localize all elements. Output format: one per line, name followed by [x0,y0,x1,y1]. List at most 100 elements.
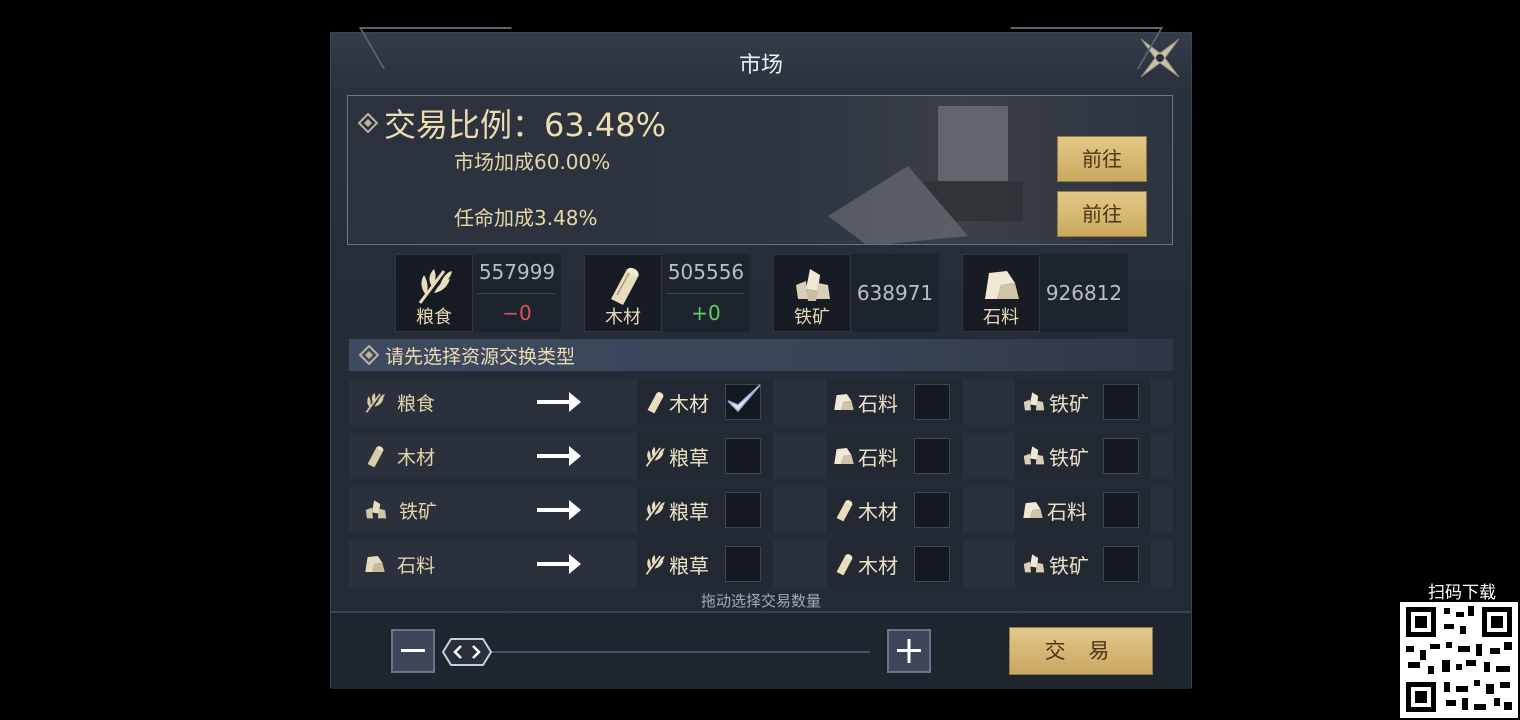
grain-icon [645,446,665,467]
wood-label: 木材 [605,307,641,328]
wood-icon [836,554,853,576]
option-stone[interactable]: 石料 [826,433,962,479]
wood-icon-box: 木材 [584,254,662,332]
row-source: 粮食 [363,379,435,425]
option-wood[interactable]: 木材 [826,487,962,533]
trade-ratio-heading: 交易比例：63.48% [358,100,666,146]
diamond-bullet-icon [359,345,379,365]
option-stone[interactable]: 石料 [1015,487,1151,533]
qr-code-icon [1406,606,1512,712]
option-grain[interactable]: 粮草 [637,487,773,533]
drag-hint-text: 拖动选择交易数量 [700,592,821,610]
iron-ore-icon [1023,392,1045,411]
option-text: 粮草 [669,445,709,470]
grain-icon [645,500,665,521]
option-wood[interactable]: 木材 [826,541,962,587]
option-text: 铁矿 [1049,445,1089,470]
wood-icon [836,500,853,522]
row-source: 铁矿 [363,487,437,533]
checkbox[interactable] [914,384,950,420]
iron-icon-box: 铁矿 [773,254,851,332]
option-label: 木材 [832,487,898,533]
row-source-label: 铁矿 [399,500,438,523]
exchange-type-title: 请先选择资源交换类型 [385,345,576,368]
resource-card-grain: 粮食 557999 −0 [395,254,561,332]
row-source: 木材 [363,433,435,479]
checkmark-icon [727,384,761,413]
checkbox[interactable] [1103,438,1139,474]
close-icon[interactable] [1135,33,1185,83]
decrease-button[interactable] [391,629,435,673]
option-iron[interactable]: 铁矿 [1015,541,1151,587]
appoint-bonus-text: 任命加成3.48% [454,206,598,230]
checkbox[interactable] [1103,384,1139,420]
option-text: 石料 [858,391,898,416]
checkbox[interactable] [725,492,761,528]
checkbox[interactable] [725,438,761,474]
checkbox[interactable] [725,546,761,582]
option-text: 木材 [669,391,709,416]
slider-thumb-icon[interactable] [441,637,493,667]
divider [666,293,744,294]
trade-button[interactable]: 交 易 [1009,627,1153,675]
option-text: 石料 [858,445,898,470]
plus-icon [897,639,921,663]
increase-button[interactable] [887,629,931,673]
market-panel: 市场 交易比例：63.48% 市场加成60.00% 任命加成3.48% 前往 前… [330,32,1192,689]
option-label: 铁矿 [1021,379,1089,425]
option-label: 粮草 [643,487,709,533]
stone-icon [834,394,854,410]
option-label: 木材 [832,541,898,587]
stone-icon-box: 石料 [962,254,1040,332]
wood-amount: 505556 [667,260,745,284]
qr-code[interactable] [1400,602,1518,718]
option-stone[interactable]: 石料 [826,379,962,425]
grain-icon [418,269,452,304]
wood-delta: +0 [691,301,721,325]
option-label: 铁矿 [1021,433,1089,479]
resource-card-stone: 石料 926812 [962,254,1128,332]
quantity-slider-track[interactable] [446,651,870,653]
option-label: 石料 [832,433,898,479]
option-grain[interactable]: 粮草 [637,433,773,479]
arrow-right-icon [537,500,581,520]
option-text: 铁矿 [1049,391,1089,416]
checkbox[interactable] [914,438,950,474]
checkbox[interactable] [914,546,950,582]
arrow-right-icon [537,392,581,412]
option-label: 石料 [832,379,898,425]
resource-card-iron: 铁矿 638971 [773,254,939,332]
checkbox[interactable] [1103,492,1139,528]
trade-controls: 交 易 [331,611,1191,689]
option-label: 粮草 [643,541,709,587]
row-source: 石料 [363,541,435,587]
row-source-label: 粮食 [397,392,436,415]
checkbox-checked[interactable] [725,384,761,420]
option-text: 石料 [1047,499,1087,524]
option-text: 木材 [858,553,898,578]
goto-appoint-button[interactable]: 前往 [1057,191,1147,237]
trade-ratio-box: 交易比例：63.48% 市场加成60.00% 任命加成3.48% 前往 前往 [347,95,1173,245]
option-grain[interactable]: 粮草 [637,541,773,587]
grain-icon-box: 粮食 [395,254,473,332]
wood-icon [367,446,384,468]
option-text: 粮草 [669,499,709,524]
option-wood[interactable]: 木材 [637,379,773,425]
option-iron[interactable]: 铁矿 [1015,433,1151,479]
option-label: 铁矿 [1021,541,1089,587]
grain-icon [645,554,665,575]
exchange-row: 石料 粮草 木材 铁矿 [349,541,1173,587]
option-iron[interactable]: 铁矿 [1015,379,1151,425]
checkbox[interactable] [1103,546,1139,582]
goto-market-button[interactable]: 前往 [1057,136,1147,182]
option-text: 铁矿 [1049,553,1089,578]
stone-icon [834,448,854,464]
stone-amount: 926812 [1045,281,1123,305]
option-text: 粮草 [669,553,709,578]
exchange-row: 铁矿 粮草 木材 石料 [349,487,1173,533]
iron-label: 铁矿 [794,307,830,328]
stone-label: 石料 [983,307,1019,328]
wood-icon [611,267,639,305]
checkbox[interactable] [914,492,950,528]
arrow-right-icon [537,446,581,466]
